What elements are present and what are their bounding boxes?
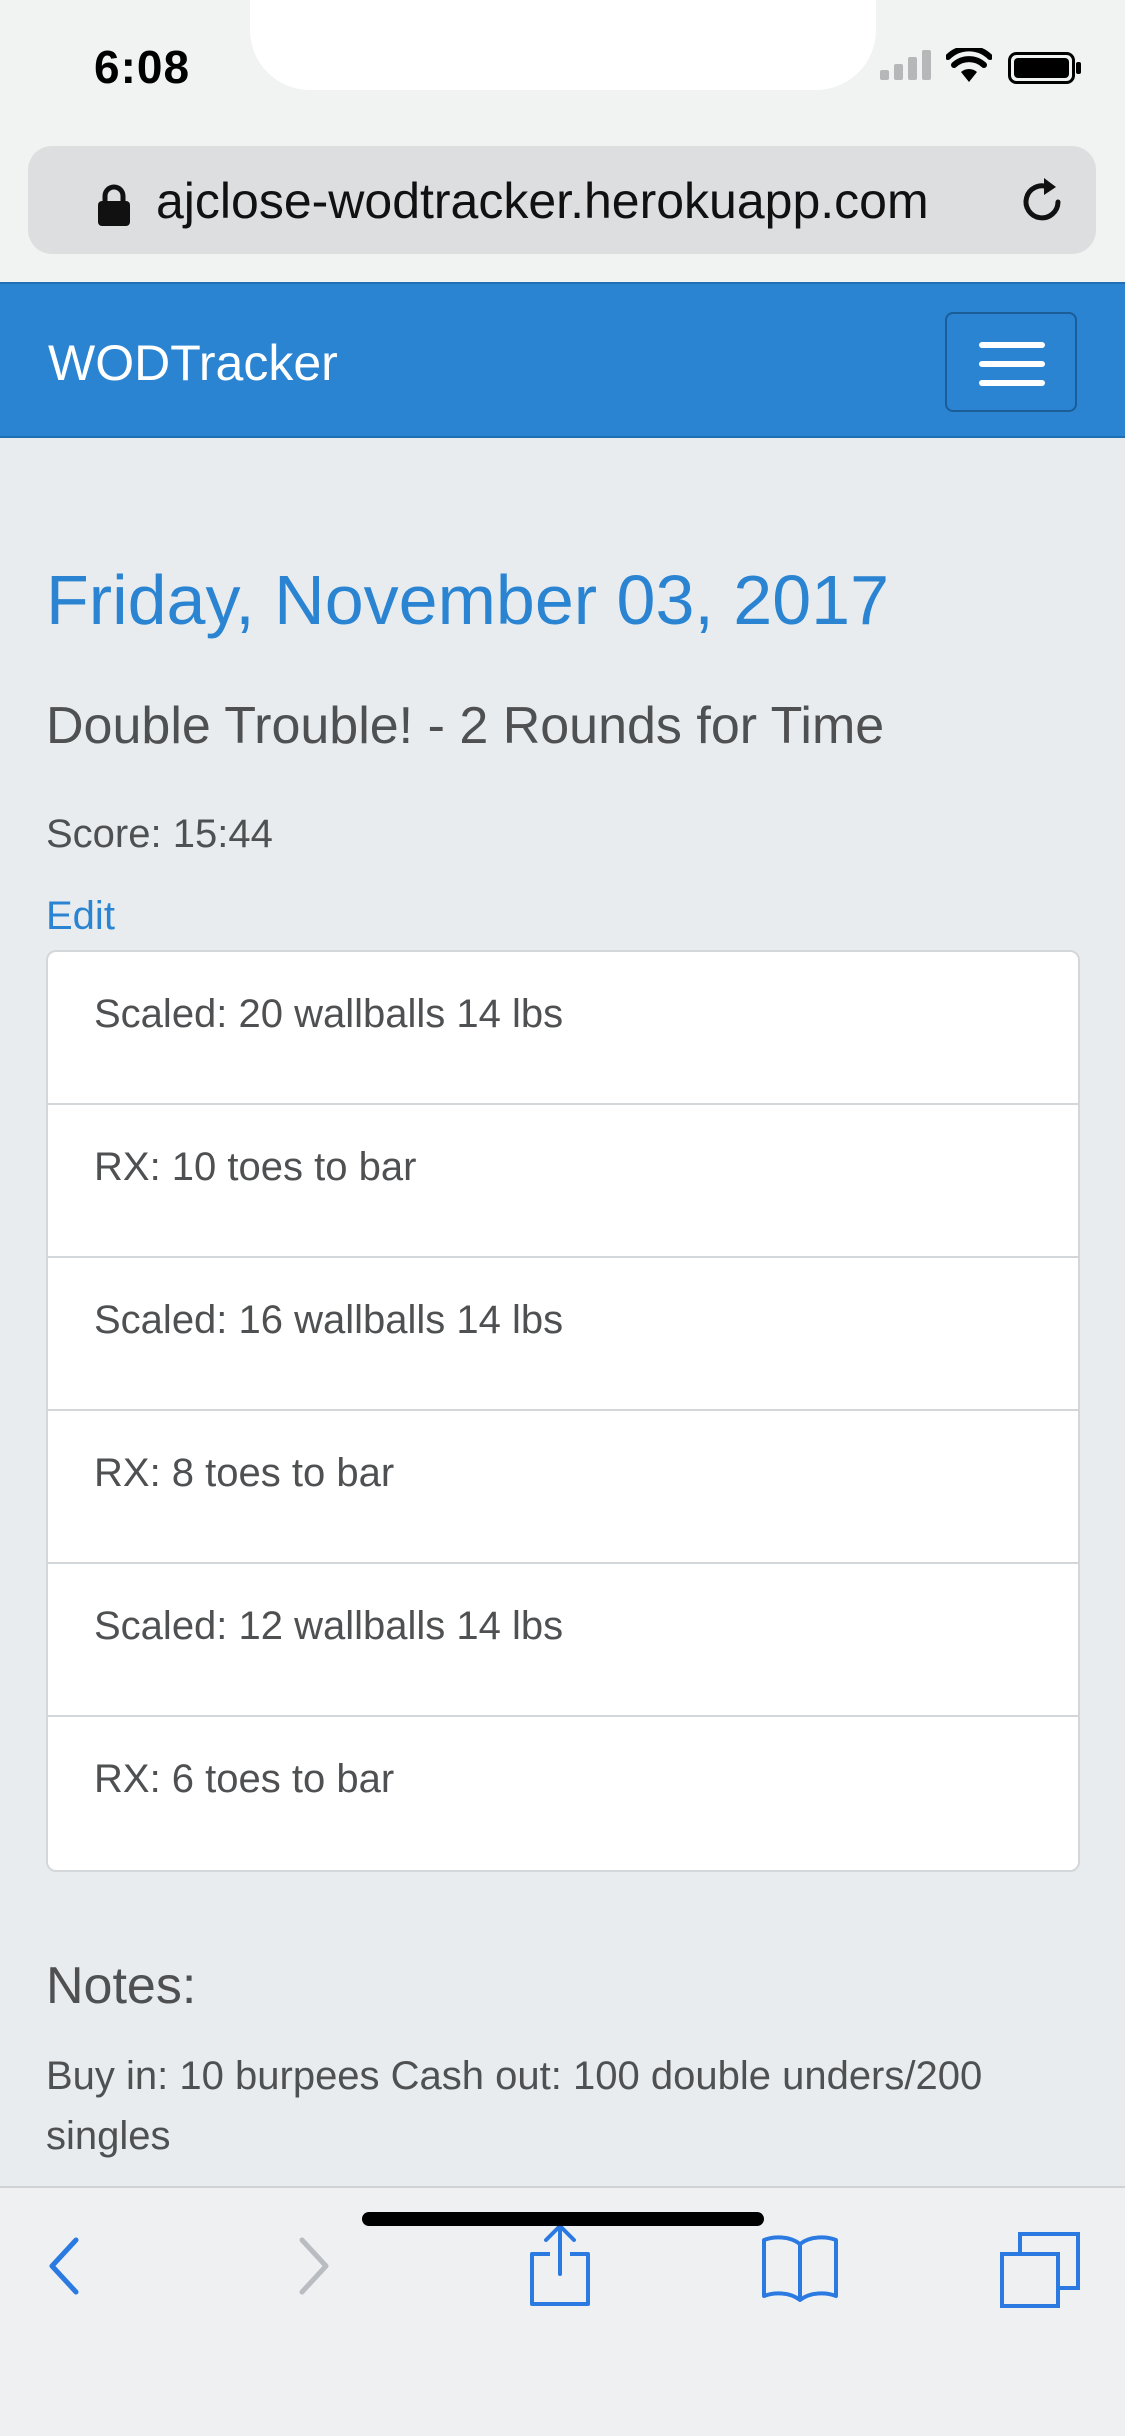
battery-icon — [1008, 52, 1081, 84]
share-icon[interactable] — [528, 2222, 592, 2308]
wifi-icon — [946, 48, 992, 82]
list-item: RX: 10 toes to bar — [48, 1105, 1078, 1258]
list-item: RX: 6 toes to bar — [48, 1717, 1078, 1870]
status-time: 6:08 — [94, 41, 191, 93]
back-icon[interactable] — [44, 2234, 84, 2298]
movement-text: RX: 10 toes to bar — [94, 1145, 417, 1189]
address-bar[interactable]: ajclose-wodtracker.herokuapp.com — [28, 146, 1096, 254]
movement-text: Scaled: 12 wallballs 14 lbs — [94, 1604, 564, 1648]
tabs-icon[interactable] — [1000, 2232, 1080, 2308]
movement-text: RX: 8 toes to bar — [94, 1451, 395, 1495]
brand-link[interactable]: WODTracker — [48, 334, 338, 392]
status-bar: 6:08 — [0, 0, 1125, 132]
app-navbar: WODTracker — [0, 282, 1125, 438]
list-item: Scaled: 12 wallballs 14 lbs — [48, 1564, 1078, 1717]
movement-text: Scaled: 16 wallballs 14 lbs — [94, 1298, 564, 1342]
movement-text: RX: 6 toes to bar — [94, 1757, 395, 1801]
hamburger-menu-button[interactable] — [945, 312, 1077, 412]
home-indicator — [362, 2212, 764, 2226]
edit-link[interactable]: Edit — [46, 894, 115, 939]
browser-chrome: ajclose-wodtracker.herokuapp.com — [0, 132, 1125, 282]
movement-text: Scaled: 20 wallballs 14 lbs — [94, 992, 564, 1036]
forward-icon[interactable] — [294, 2234, 334, 2298]
list-item: Scaled: 20 wallballs 14 lbs — [48, 952, 1078, 1105]
url-text[interactable]: ajclose-wodtracker.herokuapp.com — [156, 172, 929, 230]
notes-text: Buy in: 10 burpees Cash out: 100 double … — [46, 2054, 983, 2158]
lock-icon — [98, 184, 130, 226]
list-item: RX: 8 toes to bar — [48, 1411, 1078, 1564]
workout-date: Friday, November 03, 2017 — [46, 561, 890, 639]
list-item: Scaled: 16 wallballs 14 lbs — [48, 1258, 1078, 1411]
reload-icon[interactable] — [1018, 176, 1068, 226]
notes-heading: Notes: — [46, 1957, 197, 2015]
workout-title: Double Trouble! - 2 Rounds for Time — [46, 697, 885, 755]
movement-list: Scaled: 20 wallballs 14 lbs RX: 10 toes … — [46, 950, 1080, 1872]
bookmarks-icon[interactable] — [760, 2232, 840, 2302]
device-notch — [250, 0, 876, 90]
signal-icon — [880, 50, 931, 80]
workout-score: Score: 15:44 — [46, 812, 273, 856]
